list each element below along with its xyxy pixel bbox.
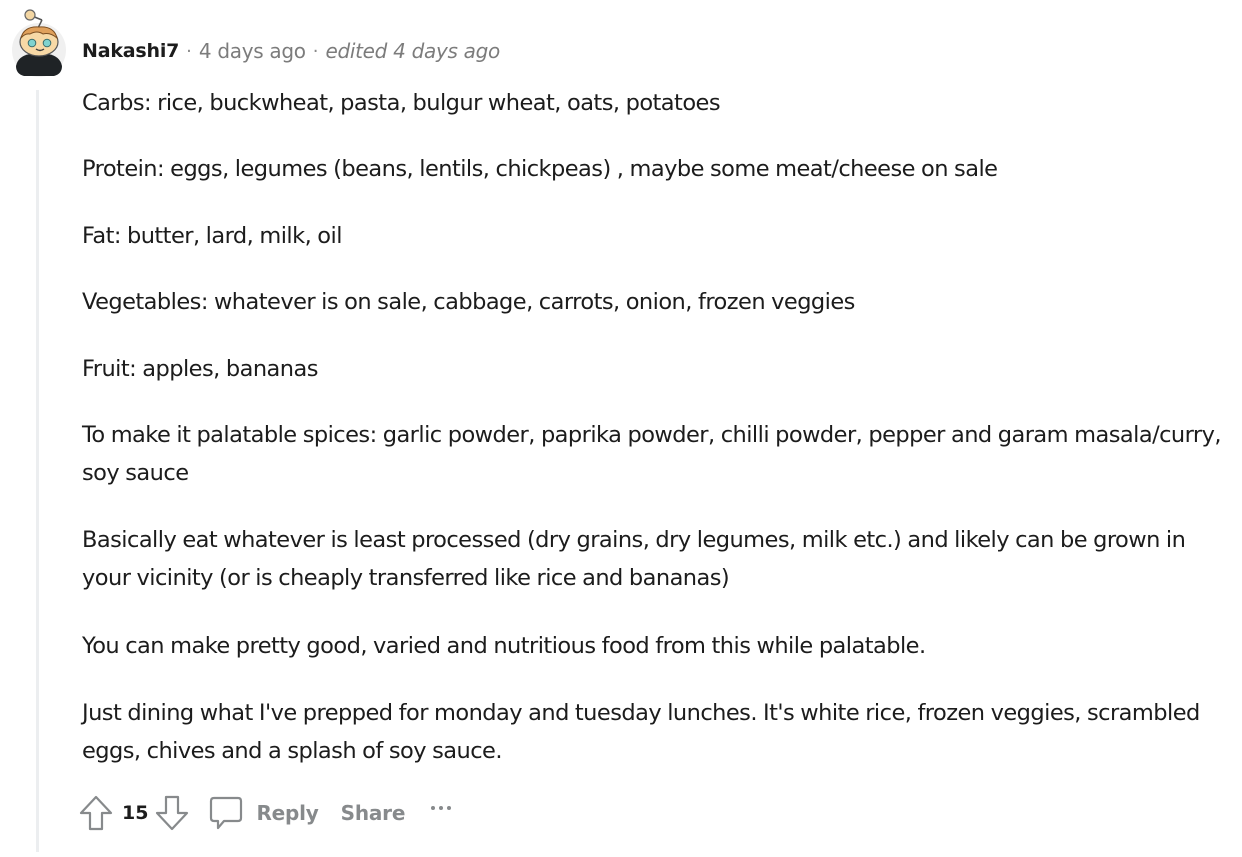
thread-collapse-line[interactable] — [36, 90, 39, 852]
comment-paragraph: Fruit: apples, bananas — [82, 356, 318, 382]
upvote-arrow-icon — [79, 795, 113, 831]
ellipsis-icon-dot — [439, 806, 444, 810]
comment-paragraph: Basically eat whatever is least processe… — [82, 527, 1186, 591]
upvote-button[interactable] — [78, 794, 114, 832]
comment-paragraph: Just dining what I've prepped for monday… — [82, 700, 1200, 764]
comment-action-bar: 15 Reply Share — [78, 793, 452, 833]
meta-separator: · — [312, 40, 319, 62]
comment-timestamp[interactable]: 4 days ago — [199, 39, 306, 63]
comment-paragraph: Carbs: rice, buckwheat, pasta, bulgur wh… — [82, 90, 721, 116]
comment-author[interactable]: Nakashi7 — [82, 40, 179, 62]
reply-button[interactable]: Reply — [208, 794, 319, 832]
downvote-button[interactable] — [154, 794, 190, 832]
ellipsis-icon-dot — [447, 806, 452, 810]
comment-paragraph: To make it palatable spices: garlic powd… — [82, 422, 1222, 486]
speech-bubble-icon — [210, 796, 243, 830]
snoo-avatar-icon — [12, 9, 66, 77]
more-options-button[interactable] — [431, 798, 452, 818]
comment-paragraph: You can make pretty good, varied and nut… — [82, 633, 926, 659]
meta-separator: · — [186, 40, 192, 62]
downvote-arrow-icon — [156, 795, 189, 831]
comment-paragraph: Vegetables: whatever is on sale, cabbage… — [82, 289, 855, 315]
comment-meta: Nakashi7 · 4 days ago · edited 4 days ag… — [82, 36, 500, 66]
share-button[interactable]: Share — [341, 801, 406, 825]
edited-timestamp: edited 4 days ago — [325, 39, 500, 63]
ellipsis-icon-dot — [431, 806, 436, 810]
comment-paragraph: Fat: butter, lard, milk, oil — [82, 223, 342, 249]
vote-score: 15 — [122, 802, 149, 824]
user-avatar[interactable] — [10, 8, 68, 78]
reply-label: Reply — [256, 801, 319, 825]
comment-paragraph: Protein: eggs, legumes (beans, lentils, … — [82, 156, 998, 182]
